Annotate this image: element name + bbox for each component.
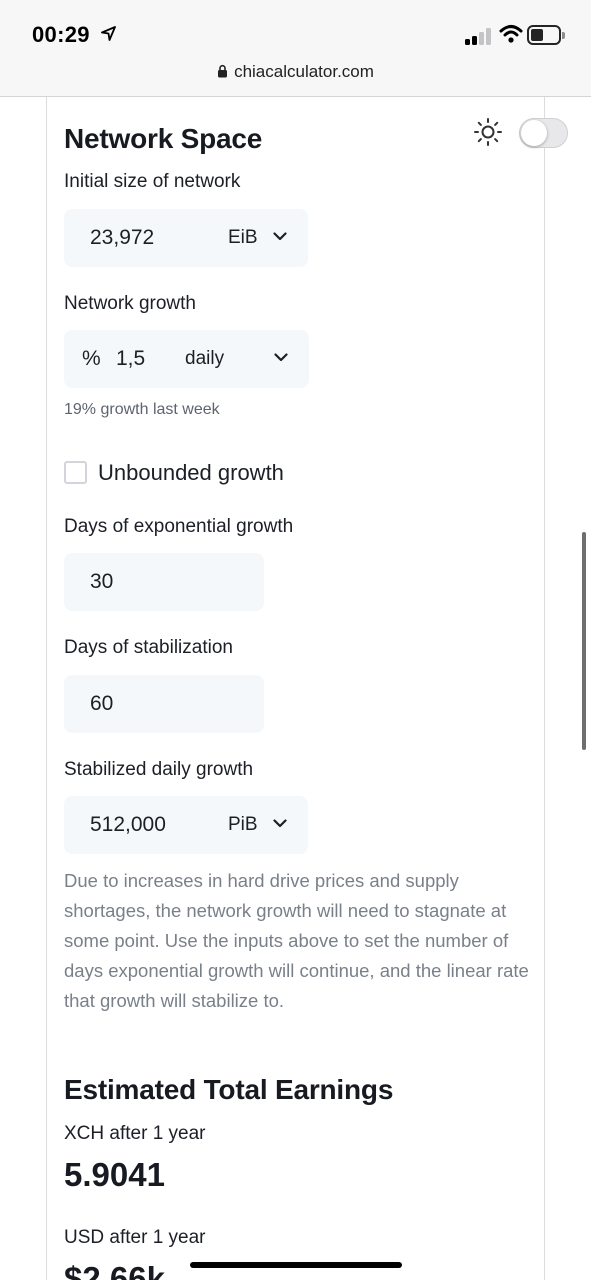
xch-label: XCH after 1 year bbox=[64, 1123, 206, 1144]
home-indicator[interactable] bbox=[190, 1262, 402, 1268]
section-title-earnings: Estimated Total Earnings bbox=[64, 1074, 394, 1105]
usd-label: USD after 1 year bbox=[64, 1227, 206, 1248]
location-arrow-icon bbox=[101, 26, 116, 41]
card-border-left bbox=[46, 97, 47, 1280]
stab-growth-label: Stabilized daily growth bbox=[64, 759, 254, 780]
network-growth-input[interactable]: 1,5 bbox=[116, 347, 145, 371]
growth-period-select[interactable]: daily bbox=[185, 348, 224, 370]
battery-icon bbox=[527, 25, 565, 45]
chevron-down-icon[interactable] bbox=[273, 232, 287, 241]
chevron-down-icon[interactable] bbox=[274, 353, 288, 362]
initial-size-label: Initial size of network bbox=[64, 171, 241, 192]
stab-growth-field[interactable]: 512,000 PiB bbox=[64, 796, 308, 854]
toggle-knob bbox=[521, 120, 547, 146]
scrollbar-thumb[interactable] bbox=[582, 532, 586, 750]
browser-chrome: 00:29 chiacalculator.com bbox=[0, 0, 591, 97]
stab-days-field[interactable]: 60 bbox=[64, 675, 264, 733]
stab-growth-input[interactable]: 512,000 bbox=[90, 813, 166, 837]
status-time: 00:29 bbox=[32, 22, 90, 47]
unbounded-growth-checkbox[interactable] bbox=[64, 461, 87, 484]
stab-days-input[interactable]: 60 bbox=[90, 692, 113, 716]
chevron-down-icon[interactable] bbox=[273, 819, 287, 828]
initial-size-unit-select[interactable]: EiB bbox=[228, 227, 258, 249]
stagnation-explanation: Due to increases in hard drive prices an… bbox=[64, 870, 529, 1011]
lock-icon bbox=[218, 64, 228, 78]
section-title-network-space: Network Space bbox=[64, 123, 263, 154]
xch-value: 5.9041 bbox=[64, 1156, 165, 1193]
unbounded-growth-label[interactable]: Unbounded growth bbox=[98, 460, 284, 486]
exp-days-label: Days of exponential growth bbox=[64, 516, 294, 537]
network-growth-field[interactable]: % 1,5 daily bbox=[64, 330, 309, 388]
sun-icon[interactable] bbox=[473, 117, 503, 147]
usd-value: $2.66k bbox=[64, 1260, 165, 1280]
card-border-right bbox=[544, 97, 545, 1280]
wifi-icon bbox=[499, 25, 523, 43]
stab-growth-unit-select[interactable]: PiB bbox=[228, 814, 258, 836]
initial-size-input[interactable]: 23,972 bbox=[90, 226, 154, 250]
url-text: chiacalculator.com bbox=[234, 62, 374, 81]
network-growth-label: Network growth bbox=[64, 293, 196, 314]
signal-icon bbox=[465, 27, 493, 45]
dark-mode-toggle[interactable] bbox=[519, 118, 568, 148]
address-bar[interactable]: chiacalculator.com bbox=[0, 62, 591, 82]
initial-size-field[interactable]: 23,972 EiB bbox=[64, 209, 308, 267]
exp-days-input[interactable]: 30 bbox=[90, 570, 113, 594]
stab-days-label: Days of stabilization bbox=[64, 637, 233, 658]
percent-prefix: % bbox=[82, 347, 101, 370]
growth-hint: 19% growth last week bbox=[64, 401, 220, 418]
exp-days-field[interactable]: 30 bbox=[64, 553, 264, 611]
